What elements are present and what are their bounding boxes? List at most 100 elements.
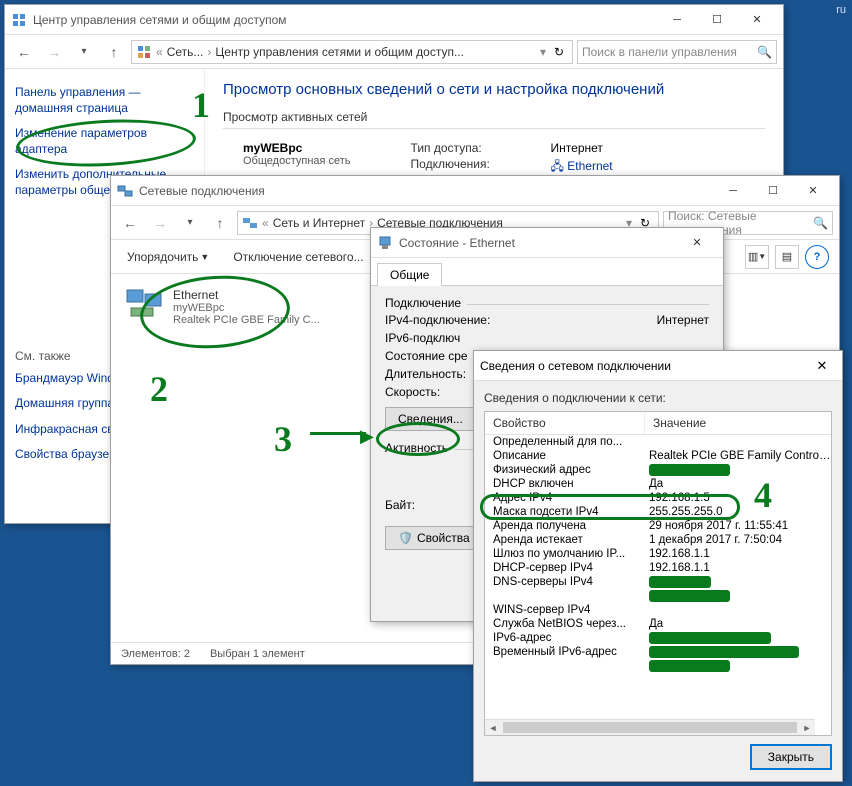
- minimize-button[interactable]: ─: [657, 6, 697, 34]
- property-cell: Служба NetBIOS через...: [485, 618, 645, 630]
- disable-device-button[interactable]: Отключение сетевого...: [227, 246, 369, 268]
- details-listbox[interactable]: Свойство Значение Определенный для по...…: [484, 411, 832, 736]
- network-connections-icon: [117, 183, 133, 199]
- change-adapter-link[interactable]: Изменение параметров адаптера: [15, 126, 194, 157]
- property-column-header[interactable]: Свойство: [485, 412, 645, 434]
- close-details-button[interactable]: Закрыть: [750, 744, 832, 770]
- ethernet-adapter[interactable]: Ethernet myWEBpc Realtek PCIe GBE Family…: [119, 282, 339, 332]
- close-button[interactable]: ✕: [808, 358, 836, 374]
- close-button[interactable]: ✕: [793, 177, 833, 205]
- value-cell: 192.168.1.5: [645, 492, 831, 504]
- forward-button[interactable]: →: [41, 39, 67, 65]
- home-link[interactable]: Панель управления — домашняя страница: [15, 85, 194, 116]
- up-button[interactable]: ↑: [101, 39, 127, 65]
- value-cell: [645, 436, 831, 448]
- preview-pane-button[interactable]: ▤: [775, 245, 799, 269]
- details-row[interactable]: ██████████: [485, 659, 831, 673]
- window-title: Состояние - Ethernet: [399, 236, 677, 250]
- maximize-button[interactable]: ☐: [697, 6, 737, 34]
- property-cell: [485, 660, 645, 672]
- window-title: Центр управления сетями и общим доступом: [33, 13, 657, 27]
- access-type-label: Тип доступа:: [411, 141, 511, 155]
- value-cell: ██████████: [645, 464, 831, 476]
- details-row[interactable]: Служба NetBIOS через...Да: [485, 617, 831, 631]
- titlebar: Центр управления сетями и общим доступом…: [5, 5, 783, 35]
- maximize-button[interactable]: ☐: [753, 177, 793, 205]
- details-row[interactable]: Определенный для по...: [485, 435, 831, 449]
- property-cell: DHCP-сервер IPv4: [485, 562, 645, 574]
- details-row[interactable]: ОписаниеRealtek PCIe GBE Family Controll…: [485, 449, 831, 463]
- property-cell: Маска подсети IPv4: [485, 506, 645, 518]
- close-button[interactable]: ✕: [677, 229, 717, 257]
- scroll-thumb[interactable]: [503, 722, 797, 733]
- property-cell: [485, 590, 645, 602]
- value-column-header[interactable]: Значение: [645, 412, 831, 434]
- details-row[interactable]: IPv6-адресfd70:723c:██:██:██1e: [485, 631, 831, 645]
- details-rows: Определенный для по...ОписаниеRealtek PC…: [485, 435, 831, 673]
- breadcrumb-1[interactable]: Сеть и Интернет: [273, 216, 365, 230]
- details-row[interactable]: DHCP включенДа: [485, 477, 831, 491]
- property-cell: DNS-серверы IPv4: [485, 576, 645, 588]
- annotation-arrow-head: ▶: [360, 426, 374, 447]
- property-cell: DHCP включен: [485, 478, 645, 490]
- history-dropdown[interactable]: ▾: [71, 39, 97, 65]
- item-count: Элементов: 2: [121, 648, 190, 660]
- window-title: Сетевые подключения: [139, 184, 713, 198]
- close-button[interactable]: ✕: [737, 6, 777, 34]
- page-heading: Просмотр основных сведений о сети и наст…: [223, 81, 765, 98]
- details-row[interactable]: Временный IPv6-адресfd70:723c:35da:7e00:…: [485, 645, 831, 659]
- back-button[interactable]: ←: [11, 39, 37, 65]
- organize-button[interactable]: Упорядочить ▼: [121, 246, 215, 268]
- network-icon: [242, 215, 258, 231]
- details-row[interactable]: Адрес IPv4192.168.1.5: [485, 491, 831, 505]
- minimize-button[interactable]: ─: [713, 177, 753, 205]
- up-button[interactable]: ↑: [207, 210, 233, 236]
- value-cell: fd70:723c:35da:7e00:██:70d: [645, 646, 831, 658]
- horizontal-scrollbar[interactable]: ◄ ►: [485, 719, 815, 735]
- value-cell: 192.168.1.1: [645, 562, 831, 574]
- network-name: myWEBpc: [243, 141, 351, 155]
- value-cell: Realtek PCIe GBE Family Controller: [645, 450, 831, 462]
- address-bar[interactable]: « Сеть... › Центр управления сетями и об…: [131, 40, 573, 64]
- access-type-value: Интернет: [551, 141, 603, 155]
- help-button[interactable]: ?: [805, 245, 829, 269]
- details-row[interactable]: WINS-сервер IPv4: [485, 603, 831, 617]
- details-row[interactable]: Физический адрес██████████: [485, 463, 831, 477]
- property-cell: Физический адрес: [485, 464, 645, 476]
- details-row[interactable]: Аренда истекает1 декабря 2017 г. 7:50:04: [485, 533, 831, 547]
- value-cell: ██████████: [645, 590, 831, 602]
- general-tab[interactable]: Общие: [377, 263, 442, 286]
- titlebar: Сведения о сетевом подключении ✕: [474, 351, 842, 381]
- scroll-right-arrow[interactable]: ►: [799, 720, 815, 735]
- search-box[interactable]: Поиск в панели управления 🔍: [577, 40, 777, 64]
- details-button[interactable]: Сведения...: [385, 407, 476, 431]
- value-cell: ██████16: [645, 576, 831, 588]
- ipv4-conn-value: Интернет: [657, 313, 709, 327]
- history-dropdown[interactable]: ▾: [177, 210, 203, 236]
- network-center-icon: [11, 12, 27, 28]
- details-row[interactable]: DHCP-сервер IPv4192.168.1.1: [485, 561, 831, 575]
- details-row[interactable]: Маска подсети IPv4255.255.255.0: [485, 505, 831, 519]
- details-row[interactable]: ██████████: [485, 589, 831, 603]
- breadcrumb-1[interactable]: Сеть...: [167, 45, 204, 59]
- back-button[interactable]: ←: [117, 210, 143, 236]
- activity-fieldset-label: Активность: [385, 441, 454, 455]
- breadcrumb-2[interactable]: Центр управления сетями и общим доступ..…: [215, 45, 464, 59]
- details-row[interactable]: Аренда получена29 ноября 2017 г. 11:55:4…: [485, 519, 831, 533]
- navbar: ← → ▾ ↑ « Сеть... › Центр управления сет…: [5, 35, 783, 69]
- forward-button[interactable]: →: [147, 210, 173, 236]
- details-row[interactable]: DNS-серверы IPv4██████16: [485, 575, 831, 589]
- network-type: Общедоступная сеть: [243, 155, 351, 167]
- tab-bar: Общие: [371, 258, 723, 286]
- adapter-icon: [125, 288, 165, 320]
- ipv4-conn-label: IPv4-подключение:: [385, 313, 657, 327]
- view-layout-button[interactable]: ▥▼: [745, 245, 769, 269]
- value-cell: fd70:723c:██:██:██1e: [645, 632, 831, 644]
- scroll-left-arrow[interactable]: ◄: [485, 720, 501, 735]
- ethernet-icon: 🖧: [551, 159, 568, 173]
- property-cell: WINS-сервер IPv4: [485, 604, 645, 616]
- property-cell: Описание: [485, 450, 645, 462]
- details-row[interactable]: Шлюз по умолчанию IP...192.168.1.1: [485, 547, 831, 561]
- properties-button[interactable]: 🛡️Свойства: [385, 526, 483, 550]
- search-icon: 🔍: [757, 45, 772, 59]
